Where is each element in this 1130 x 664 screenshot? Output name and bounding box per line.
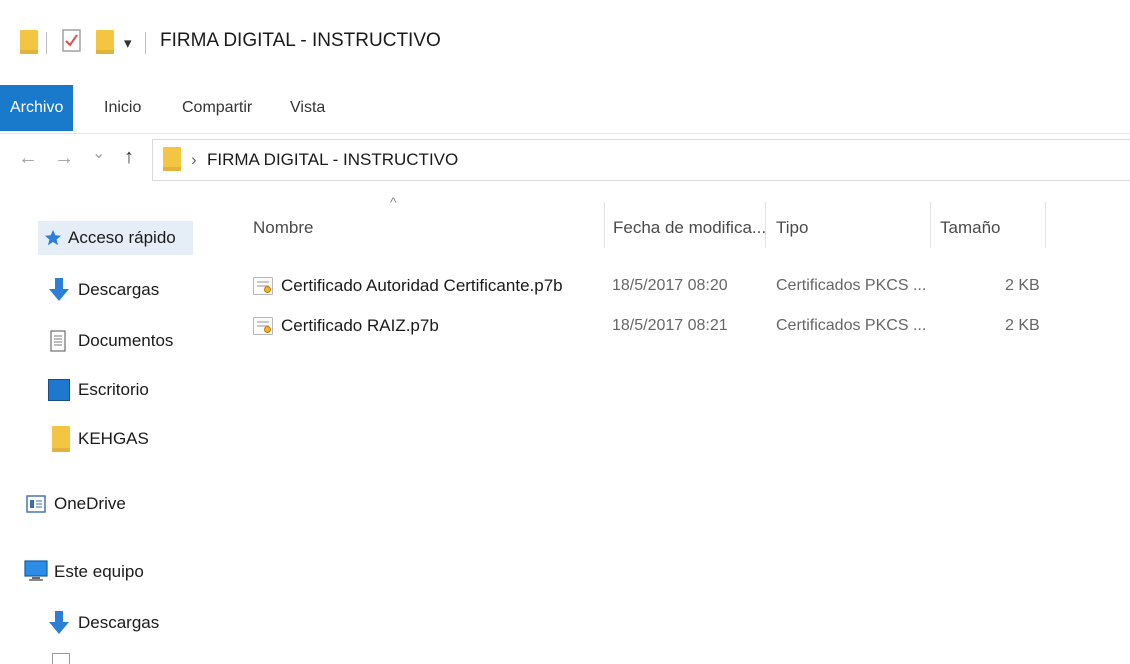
column-headers: ^ Nombre Fecha de modifica... Tipo Tamañ… xyxy=(235,194,1130,252)
file-size: 2 KB xyxy=(1005,317,1040,334)
sidebar-item-label: Acceso rápido xyxy=(68,228,176,247)
address-bar[interactable]: › FIRMA DIGITAL - INSTRUCTIVO xyxy=(152,139,1130,181)
tab-vista[interactable]: Vista xyxy=(290,85,325,131)
file-name: Certificado RAIZ.p7b xyxy=(281,316,439,335)
qat-dropdown-icon[interactable]: ▾ xyxy=(124,34,132,52)
tab-archivo[interactable]: Archivo xyxy=(0,85,74,131)
sidebar-item-escritorio[interactable]: Escritorio xyxy=(48,373,218,407)
sidebar-item-label: Descargas xyxy=(78,613,160,632)
certificate-icon xyxy=(253,277,273,295)
tab-inicio[interactable]: Inicio xyxy=(104,85,141,131)
file-row[interactable]: Certificado Autoridad Certificante.p7b 1… xyxy=(235,270,1055,304)
column-divider[interactable] xyxy=(930,202,931,248)
recent-locations-button[interactable]: ⌄ xyxy=(92,143,105,163)
qat-separator xyxy=(46,32,47,54)
file-type: Certificados PKCS ... xyxy=(776,317,927,334)
up-button[interactable]: ↑ xyxy=(124,146,134,169)
sidebar-item-descargas[interactable]: Descargas xyxy=(48,273,218,307)
navigation-pane: Acceso rápido Descargas Documentos Escri… xyxy=(0,185,225,664)
column-header-tamano[interactable]: Tamaño xyxy=(940,218,1000,238)
folder-icon xyxy=(52,426,70,452)
forward-button[interactable]: → xyxy=(54,147,74,170)
breadcrumb-path[interactable]: FIRMA DIGITAL - INSTRUCTIVO xyxy=(207,150,458,170)
sidebar-item-descargas-pc[interactable]: Descargas xyxy=(48,606,218,640)
sidebar-item-este-equipo[interactable]: Este equipo xyxy=(24,555,219,589)
document-icon xyxy=(52,653,70,664)
download-icon xyxy=(49,611,69,634)
column-divider[interactable] xyxy=(765,202,766,248)
onedrive-icon xyxy=(26,495,46,513)
sidebar-item-acceso-rapido[interactable]: Acceso rápido xyxy=(38,221,193,255)
certificate-icon xyxy=(253,317,273,335)
sidebar-item-onedrive[interactable]: OneDrive xyxy=(24,487,219,521)
folder-icon xyxy=(20,30,38,54)
document-icon xyxy=(50,330,66,352)
address-row: ← → ⌄ ↑ › FIRMA DIGITAL - INSTRUCTIVO xyxy=(0,135,1130,185)
title-separator xyxy=(145,32,146,54)
new-folder-icon[interactable] xyxy=(96,30,114,54)
window-title: FIRMA DIGITAL - INSTRUCTIVO xyxy=(160,30,441,51)
desktop-icon xyxy=(48,379,70,401)
sidebar-item-label: Este equipo xyxy=(54,562,144,581)
file-row[interactable]: Certificado RAIZ.p7b 18/5/2017 08:21 Cer… xyxy=(235,310,1055,344)
column-header-nombre[interactable]: Nombre xyxy=(253,218,313,238)
breadcrumb-separator: › xyxy=(191,150,197,169)
tab-compartir[interactable]: Compartir xyxy=(182,85,252,131)
back-button[interactable]: ← xyxy=(18,147,38,170)
title-bar: ▾ FIRMA DIGITAL - INSTRUCTIVO xyxy=(0,0,1130,80)
column-header-fecha[interactable]: Fecha de modifica... xyxy=(613,218,766,238)
computer-icon xyxy=(24,560,48,581)
file-date: 18/5/2017 08:20 xyxy=(612,277,728,294)
folder-icon xyxy=(163,147,181,171)
sidebar-item-label: OneDrive xyxy=(54,494,126,513)
sidebar-item-label: Descargas xyxy=(78,280,160,299)
file-type: Certificados PKCS ... xyxy=(776,277,927,294)
properties-icon[interactable] xyxy=(62,29,82,53)
column-divider[interactable] xyxy=(1045,202,1046,248)
sidebar-item-label: Documentos xyxy=(78,331,174,350)
sort-indicator: ^ xyxy=(390,194,397,210)
ribbon-tabs: Archivo Inicio Compartir Vista xyxy=(0,85,1130,134)
file-date: 18/5/2017 08:21 xyxy=(612,317,728,334)
sidebar-item-label: KEHGAS xyxy=(78,429,149,448)
download-icon xyxy=(49,278,69,301)
column-divider[interactable] xyxy=(604,202,605,248)
sidebar-item-label: Escritorio xyxy=(78,380,149,399)
star-icon xyxy=(44,229,62,246)
column-header-tipo[interactable]: Tipo xyxy=(776,218,808,238)
sidebar-item-kehgas[interactable]: KEHGAS xyxy=(48,422,218,456)
file-name: Certificado Autoridad Certificante.p7b xyxy=(281,276,563,295)
file-size: 2 KB xyxy=(1005,277,1040,294)
sidebar-item-documentos[interactable]: Documentos xyxy=(48,324,218,358)
